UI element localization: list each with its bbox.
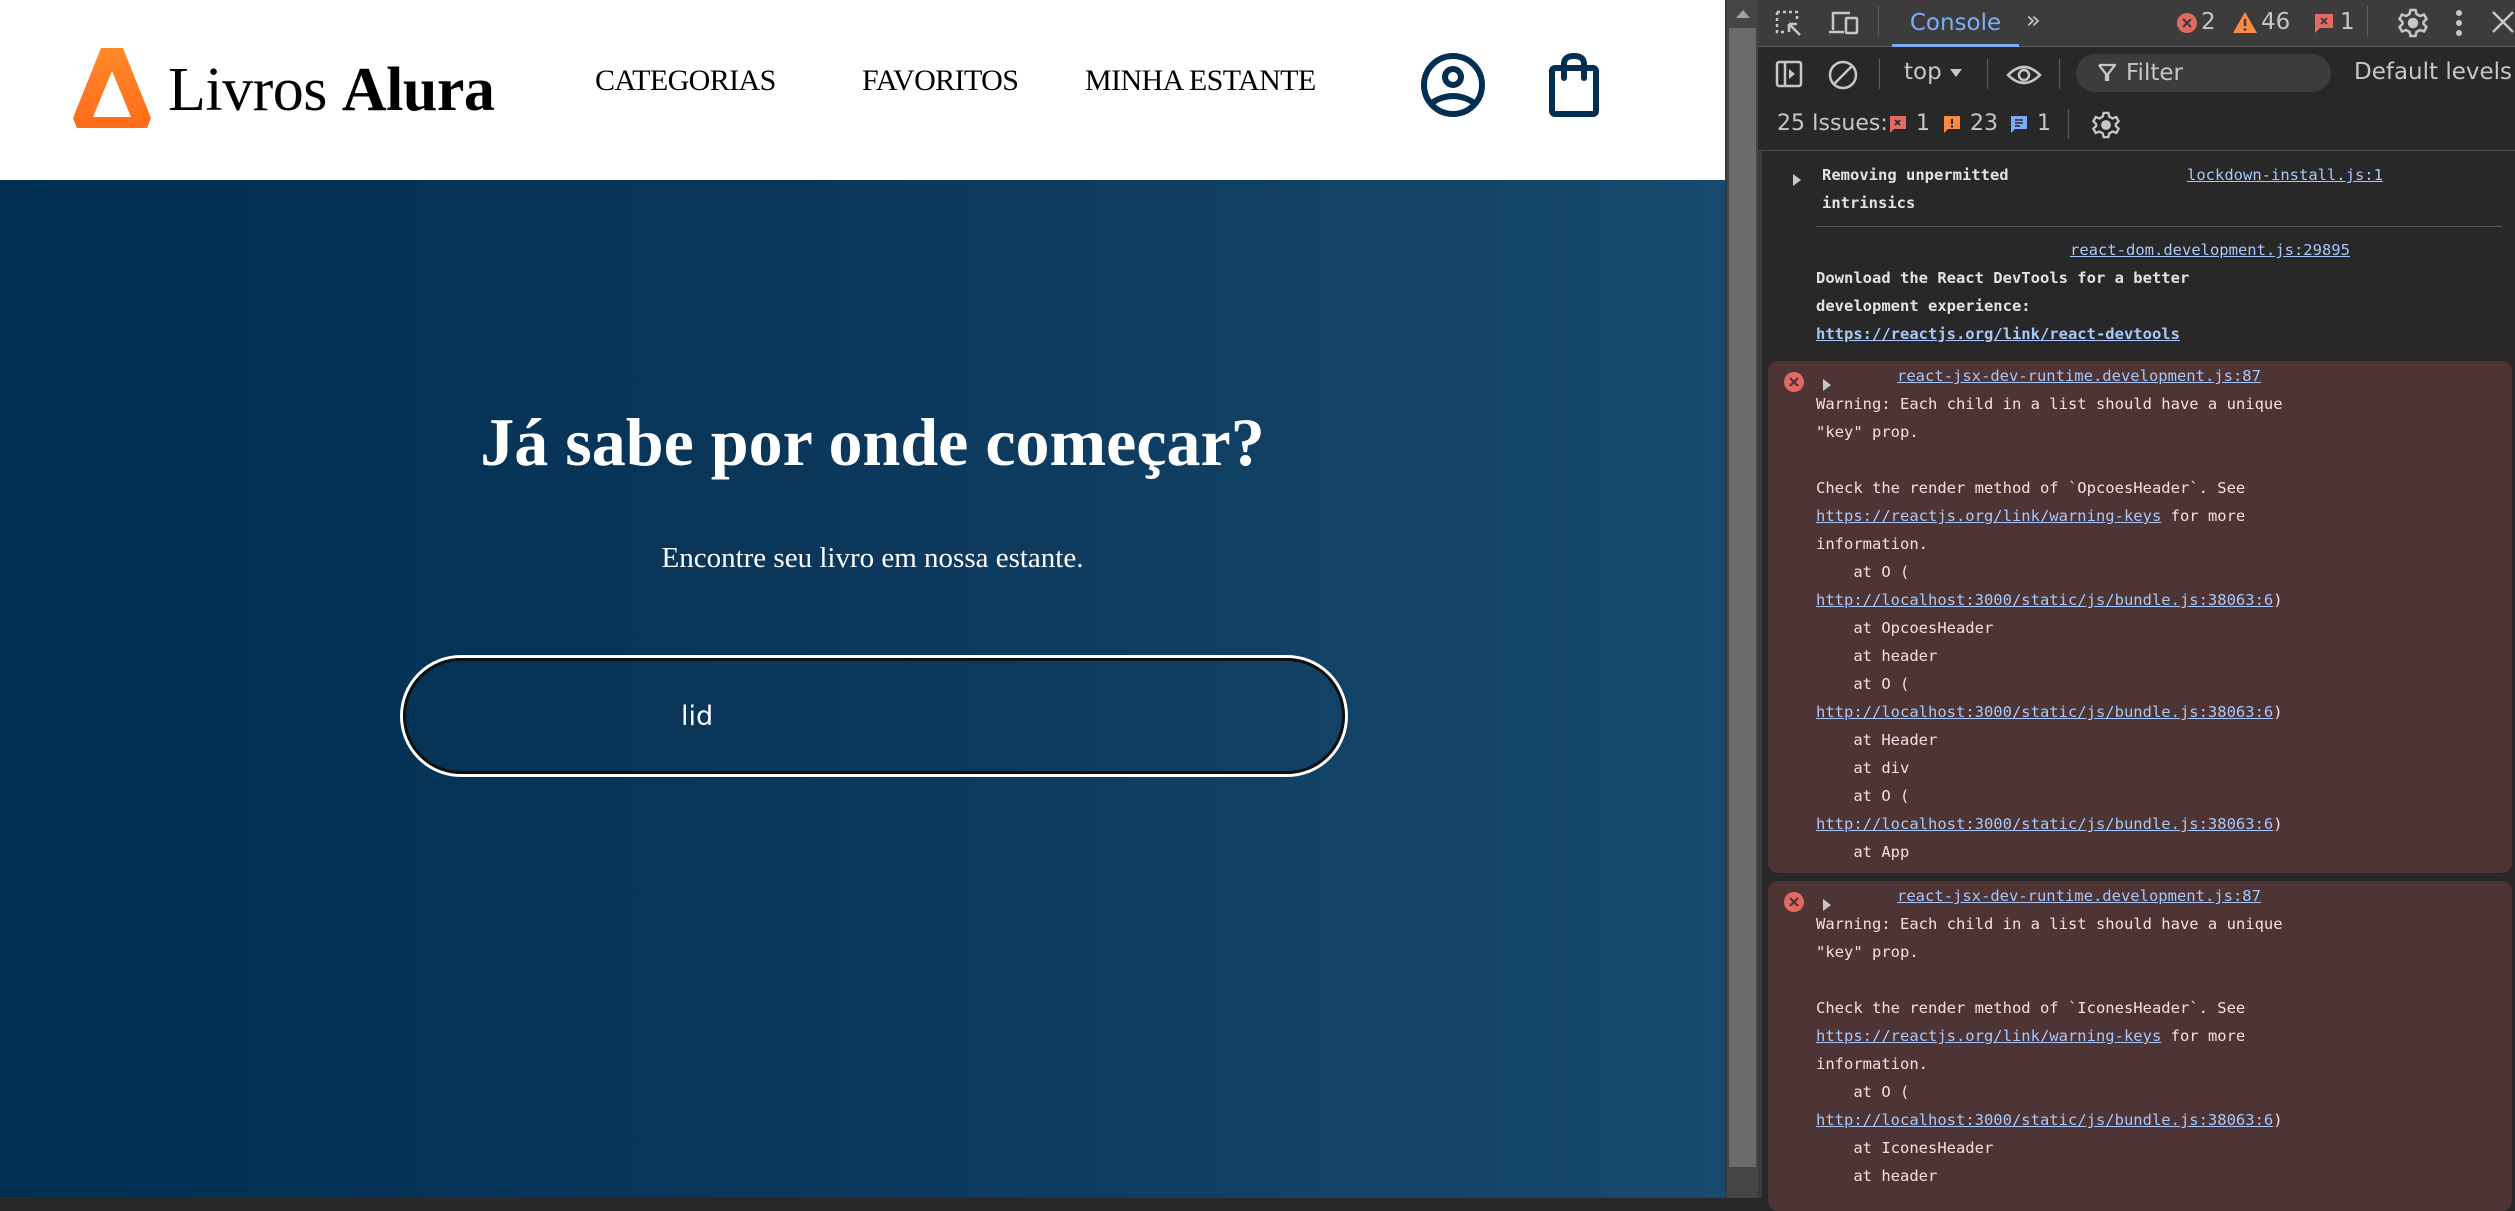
search-input[interactable] (403, 658, 1345, 774)
nav-categorias[interactable]: CATEGORIAS (595, 66, 776, 96)
live-expression-eye-icon[interactable] (2006, 63, 2042, 91)
hero-subtitle: Encontre seu livro em nossa estante. (661, 542, 1084, 574)
issue-warning-icon[interactable] (1943, 115, 1961, 139)
scroll-up-arrow-icon[interactable] (1727, 0, 1758, 28)
error-count-icon[interactable] (2176, 12, 2198, 38)
message-divider (1816, 226, 2502, 227)
issues-bar: 25 Issues: 1 23 1 (1758, 101, 2515, 151)
console-error-message: react-jsx-dev-runtime.development.js:87 … (1768, 881, 2512, 1211)
issue-error-icon[interactable] (1889, 115, 1907, 139)
log-levels-dropdown[interactable]: Default levels (2354, 59, 2515, 85)
expand-arrow-icon[interactable] (1792, 168, 1802, 196)
more-options-icon[interactable] (2454, 8, 2464, 42)
stack-link[interactable]: http://localhost:3000/static/js/bundle.j… (1816, 1111, 2273, 1129)
message-source-link[interactable]: react-jsx-dev-runtime.development.js:87 (1897, 362, 2261, 390)
close-devtools-icon[interactable] (2489, 10, 2515, 38)
logo-text: Livros Alura (168, 56, 495, 124)
error-text: Warning: Each child in a list should hav… (1816, 395, 2283, 861)
filter-funnel-icon (2098, 63, 2116, 81)
console-message: Removing unpermitted intrinsics (1822, 166, 2009, 212)
issues-settings-gear-icon[interactable] (2091, 111, 2121, 143)
message-source-link[interactable]: react-dom.development.js:29895 (2070, 236, 2350, 264)
sidebar-toggle-icon[interactable] (1775, 60, 1803, 92)
warning-count-icon[interactable] (2232, 11, 2258, 38)
stack-link[interactable]: http://localhost:3000/static/js/bundle.j… (1816, 591, 2273, 609)
hero-section: Já sabe por onde começar? Encontre seu l… (0, 180, 1725, 1198)
stack-link[interactable]: http://localhost:3000/static/js/bundle.j… (1816, 703, 2273, 721)
console-toolbar: top Filter Default levels (1758, 47, 2515, 101)
error-count[interactable]: 2 (2201, 9, 2216, 35)
message-source-link[interactable]: react-jsx-dev-runtime.development.js:87 (1897, 882, 2261, 910)
warning-keys-link[interactable]: https://reactjs.org/link/warning-keys (1816, 507, 2161, 525)
page-scrollbar[interactable] (1725, 0, 1758, 1198)
inspect-element-icon[interactable] (1775, 10, 1803, 40)
nav-minha-estante[interactable]: MINHA ESTANTE (1085, 66, 1316, 96)
settings-gear-icon[interactable] (2397, 8, 2429, 42)
devtools-resize-gutter[interactable] (1758, 0, 1762, 1198)
react-devtools-link[interactable]: https://reactjs.org/link/react-devtools (1816, 320, 2180, 348)
devtools-panel: Console » 2 46 1 top Filter Default leve… (1758, 0, 2515, 1211)
toolbar-separator (1987, 59, 1988, 89)
devtools-toolbar: Console » 2 46 1 (1758, 0, 2515, 47)
warning-count[interactable]: 46 (2261, 9, 2290, 35)
console-filter-input[interactable]: Filter (2076, 54, 2331, 92)
issue-error-count[interactable]: 1 (1916, 111, 1930, 136)
logo-triangle-icon (73, 48, 151, 128)
profile-icon[interactable] (1420, 52, 1486, 123)
error-icon (1783, 371, 1805, 402)
error-text: Warning: Each child in a list should hav… (1816, 915, 2283, 1185)
hero-title: Já sabe por onde começar? (480, 404, 1265, 480)
nav-favoritos[interactable]: FAVORITOS (862, 66, 1019, 96)
tab-console[interactable]: Console (1892, 0, 2019, 47)
logo[interactable]: Livros Alura (72, 47, 495, 129)
toolbar-separator (2367, 6, 2368, 36)
toolbar-separator (2059, 59, 2060, 89)
toolbar-separator (1878, 6, 1879, 36)
clear-console-icon[interactable] (1828, 60, 1858, 94)
toolbar-separator (1879, 59, 1880, 89)
issues-count-icon[interactable] (2314, 13, 2334, 39)
context-selector[interactable]: top (1904, 59, 1963, 85)
issues-label: 25 Issues: (1777, 111, 1888, 136)
issues-count[interactable]: 1 (2340, 9, 2355, 35)
device-toolbar-icon[interactable] (1828, 10, 1860, 40)
error-icon (1783, 891, 1805, 922)
shopping-bag-icon[interactable] (1548, 52, 1600, 123)
search-box (400, 655, 1348, 777)
web-page: Livros Alura CATEGORIAS FAVORITOS MINHA … (0, 0, 1725, 1198)
warning-keys-link[interactable]: https://reactjs.org/link/warning-keys (1816, 1027, 2161, 1045)
stack-link[interactable]: http://localhost:3000/static/js/bundle.j… (1816, 815, 2273, 833)
toolbar-separator (2068, 109, 2069, 139)
scrollbar-thumb[interactable] (1729, 28, 1756, 1167)
console-message: Download the React DevTools for a better… (1816, 269, 2190, 315)
console-error-message: react-jsx-dev-runtime.development.js:87 … (1768, 361, 2512, 873)
issue-info-icon[interactable] (2010, 115, 2028, 139)
filter-placeholder: Filter (2126, 60, 2183, 86)
issue-warning-count[interactable]: 23 (1970, 111, 1998, 136)
more-tabs-icon[interactable]: » (2026, 6, 2041, 34)
message-source-link[interactable]: lockdown-install.js:1 (2187, 161, 2383, 189)
issue-info-count[interactable]: 1 (2037, 111, 2051, 136)
site-header: Livros Alura CATEGORIAS FAVORITOS MINHA … (0, 0, 1725, 180)
